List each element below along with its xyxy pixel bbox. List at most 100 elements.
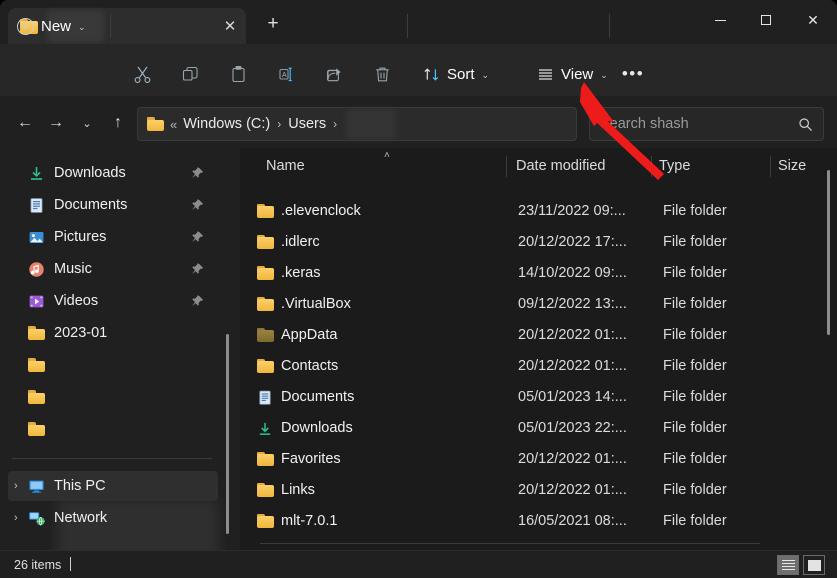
table-row[interactable]: .elevenclock 23/11/2022 09:... File fold… [246, 196, 824, 226]
column-divider[interactable] [651, 156, 652, 177]
table-row[interactable]: Downloads 05/01/2023 22:... File folder [246, 413, 824, 443]
sidebar-item-label: 2023-01 [54, 325, 108, 341]
breadcrumb-item-users[interactable]: Users [288, 116, 326, 132]
copy-icon[interactable] [166, 52, 214, 96]
column-divider[interactable] [770, 156, 771, 177]
close-window-button[interactable]: ✕ [789, 0, 837, 40]
search-icon[interactable] [798, 117, 813, 132]
table-row[interactable]: AppData 20/12/2022 01:... File folder [246, 320, 824, 350]
table-row[interactable]: .VirtualBox 09/12/2022 13:... File folde… [246, 289, 824, 319]
breadcrumb-item-redacted[interactable] [346, 109, 397, 139]
breadcrumb[interactable]: « Windows (C:) › Users › [137, 107, 577, 141]
details-view-button[interactable] [777, 555, 799, 575]
pin-icon[interactable] [192, 295, 204, 307]
back-button[interactable]: ← [10, 108, 40, 138]
large-icons-view-icon [807, 559, 821, 571]
sidebar-item-pictures[interactable]: Pictures [8, 222, 218, 252]
see-more-button[interactable]: ••• [614, 52, 652, 96]
column-header-type[interactable]: Type [659, 158, 690, 174]
item-count-label: 26 items [14, 558, 62, 572]
file-name: .elevenclock [281, 203, 361, 219]
folder-icon [28, 422, 45, 436]
new-button[interactable]: New ⌄ [10, 10, 95, 42]
chevron-right-icon[interactable]: › [14, 480, 26, 492]
minimize-button[interactable] [697, 0, 743, 40]
table-row[interactable]: Contacts 20/12/2022 01:... File folder [246, 351, 824, 381]
table-row[interactable]: Favorites 20/12/2022 01:... File folder [246, 444, 824, 474]
sidebar-item-videos[interactable]: Videos [8, 286, 218, 316]
documents-icon [28, 197, 45, 214]
file-list-scrollbar[interactable] [827, 170, 830, 335]
forward-button[interactable]: → [41, 108, 71, 138]
close-icon[interactable]: ✕ [220, 16, 240, 36]
chevron-down-icon: ⌄ [481, 69, 490, 80]
up-button[interactable]: ↑ [103, 108, 133, 138]
pin-icon[interactable] [192, 199, 204, 211]
file-date: 23/11/2022 09:... [518, 203, 626, 219]
pin-icon[interactable] [192, 167, 204, 179]
folder-icon [147, 117, 164, 131]
sidebar-item-this-pc[interactable]: › This PC [8, 471, 218, 501]
breadcrumb-overflow-icon[interactable]: « [170, 117, 177, 132]
folder-icon [257, 451, 274, 467]
file-name: AppData [281, 327, 338, 343]
new-tab-button[interactable]: + [259, 11, 287, 37]
file-type: File folder [663, 296, 727, 312]
file-date: 20/12/2022 01:... [518, 451, 627, 467]
column-divider[interactable] [506, 156, 507, 177]
column-header-name[interactable]: Name [266, 158, 305, 174]
pin-icon[interactable] [192, 231, 204, 243]
large-icons-view-button[interactable] [803, 555, 825, 575]
minimize-icon [714, 19, 726, 21]
file-date: 05/01/2023 22:... [518, 420, 627, 436]
table-row[interactable]: .keras 14/10/2022 09:... File folder [246, 258, 824, 288]
chevron-right-icon[interactable]: › [14, 512, 26, 524]
folder-icon [28, 326, 45, 340]
pin-icon[interactable] [192, 263, 204, 275]
file-type: File folder [663, 451, 727, 467]
column-header-size[interactable]: Size [778, 158, 806, 174]
chevron-down-icon: ⌄ [600, 69, 608, 80]
downloads-icon [28, 165, 45, 182]
music-icon [28, 261, 45, 278]
file-type: File folder [663, 234, 727, 250]
sidebar-item-label: This PC [54, 478, 106, 494]
column-header-date-modified[interactable]: Date modified [516, 158, 605, 174]
file-list-pane: Name ˄ Date modified Type Size .elevencl… [240, 148, 837, 550]
folder-icon [257, 203, 274, 219]
search-box[interactable] [589, 107, 824, 141]
content-area: Downloads Documents Pictures Music Video… [0, 148, 837, 550]
sidebar-item-2023-01[interactable]: 2023-01 [8, 318, 218, 348]
table-row[interactable]: mlt-7.0.1 16/05/2021 08:... File folder [246, 506, 824, 536]
status-caret [70, 557, 71, 571]
sidebar-divider [12, 458, 212, 459]
file-name: .VirtualBox [281, 296, 351, 312]
recent-locations-button[interactable]: ⌄ [72, 108, 102, 138]
file-date: 20/12/2022 01:... [518, 358, 627, 374]
maximize-button[interactable] [743, 0, 789, 40]
table-row[interactable]: Links 20/12/2022 01:... File folder [246, 475, 824, 505]
paste-icon[interactable] [214, 52, 262, 96]
search-input[interactable] [600, 116, 798, 132]
sidebar-item-music[interactable]: Music [8, 254, 218, 284]
cut-icon[interactable] [118, 52, 166, 96]
file-name: Favorites [281, 451, 341, 467]
sidebar-item-redacted-2[interactable] [8, 382, 218, 412]
view-button[interactable]: View ⌄ [527, 52, 618, 96]
rename-icon[interactable]: A [262, 52, 310, 96]
table-row[interactable]: .idlerc 20/12/2022 17:... File folder [246, 227, 824, 257]
sidebar-item-redacted-3[interactable] [8, 414, 218, 444]
file-type: File folder [663, 265, 727, 281]
table-row[interactable]: Documents 05/01/2023 14:... File folder [246, 382, 824, 412]
sidebar-item-documents[interactable]: Documents [8, 190, 218, 220]
sidebar-item-downloads[interactable]: Downloads [8, 158, 218, 188]
sidebar-item-network[interactable]: › Network [8, 503, 218, 533]
sort-button[interactable]: Sort ⌄ [413, 52, 499, 96]
folder-icon [257, 296, 274, 312]
folder-icon [257, 513, 274, 529]
sidebar-item-redacted-1[interactable] [8, 350, 218, 380]
share-icon[interactable] [310, 52, 358, 96]
sidebar-scrollbar[interactable] [226, 334, 229, 534]
breadcrumb-item-drive[interactable]: Windows (C:) [183, 116, 270, 132]
delete-icon[interactable] [358, 52, 406, 96]
